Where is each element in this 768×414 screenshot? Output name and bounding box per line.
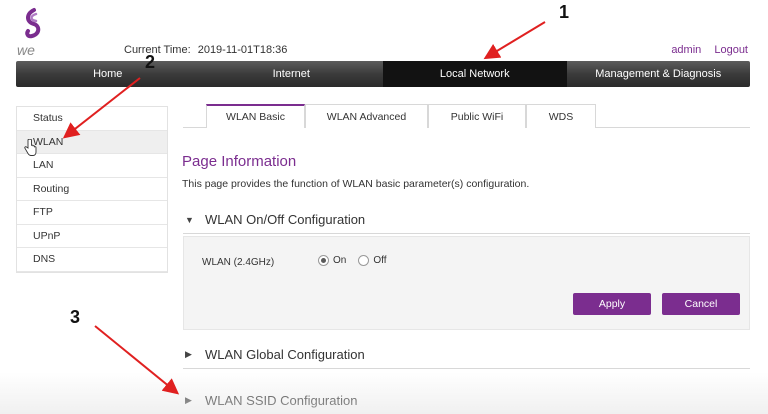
page-info-description: This page provides the function of WLAN …	[182, 178, 530, 190]
admin-link[interactable]: admin	[671, 44, 701, 56]
we-logo: we	[17, 8, 41, 58]
nav-internet[interactable]: Internet	[200, 61, 384, 87]
tab-wlan-advanced[interactable]: WLAN Advanced	[305, 104, 428, 128]
current-time-value: 2019-11-01T18:36	[197, 44, 288, 56]
section-wlan-global[interactable]: ▶ WLAN Global Configuration	[183, 341, 750, 369]
triangle-down-icon: ▼	[185, 214, 194, 225]
page-info-title: Page Information	[182, 153, 297, 170]
sidebar-item-ftp[interactable]: FTP	[17, 201, 167, 225]
sidebar-item-lan[interactable]: LAN	[17, 154, 167, 178]
nav-home[interactable]: Home	[16, 61, 200, 87]
annotation-number-3: 3	[70, 307, 81, 327]
triangle-right-icon: ▶	[185, 395, 192, 405]
annotation-arrow-3	[94, 325, 180, 395]
section-title: WLAN SSID Configuration	[205, 393, 358, 408]
wlan-24ghz-label: WLAN (2.4GHz)	[202, 257, 275, 268]
sidebar-item-wlan[interactable]: WLAN	[17, 130, 167, 154]
logout-link[interactable]: Logout	[714, 44, 748, 56]
sidebar-item-routing[interactable]: Routing	[17, 177, 167, 201]
tab-bar: WLAN Basic WLAN Advanced Public WiFi WDS	[183, 104, 750, 128]
triangle-right-icon: ▶	[185, 349, 192, 359]
apply-button[interactable]: Apply	[573, 293, 651, 315]
section-wlan-ssid[interactable]: ▶ WLAN SSID Configuration	[183, 387, 750, 414]
section-title: WLAN Global Configuration	[205, 347, 365, 362]
nav-local-network[interactable]: Local Network	[383, 61, 567, 87]
radio-on[interactable]	[318, 255, 329, 266]
user-links: admin Logout	[671, 44, 748, 56]
radio-on-label: On	[333, 255, 347, 266]
section-wlan-onoff[interactable]: ▼ WLAN On/Off Configuration	[183, 206, 750, 234]
wlan-radio-group: On Off	[318, 255, 399, 266]
radio-off-label: Off	[373, 255, 387, 266]
main-nav: Home Internet Local Network Management &…	[16, 61, 750, 87]
nav-management-diagnosis[interactable]: Management & Diagnosis	[567, 61, 751, 87]
sidebar-item-dns[interactable]: DNS	[17, 248, 167, 272]
section-title: WLAN On/Off Configuration	[205, 212, 366, 227]
sidebar-item-status[interactable]: Status	[17, 107, 167, 131]
annotation-number-2: 2	[145, 52, 156, 72]
sidebar-item-upnp[interactable]: UPnP	[17, 224, 167, 248]
wlan-onoff-panel: WLAN (2.4GHz) On Off Apply Cancel	[183, 236, 750, 330]
annotation-number-1: 1	[559, 2, 570, 22]
hand-pointer-icon	[24, 139, 37, 156]
svg-text:we: we	[17, 42, 35, 58]
current-time-label: Current Time:	[124, 44, 191, 56]
annotation-arrow-1	[483, 21, 546, 60]
tab-public-wifi[interactable]: Public WiFi	[428, 104, 526, 128]
sidebar: Status WLAN LAN Routing FTP UPnP DNS	[16, 106, 168, 273]
cancel-button[interactable]: Cancel	[662, 293, 740, 315]
tab-wlan-basic[interactable]: WLAN Basic	[206, 104, 305, 128]
tab-wds[interactable]: WDS	[526, 104, 596, 128]
radio-off[interactable]	[358, 255, 370, 266]
